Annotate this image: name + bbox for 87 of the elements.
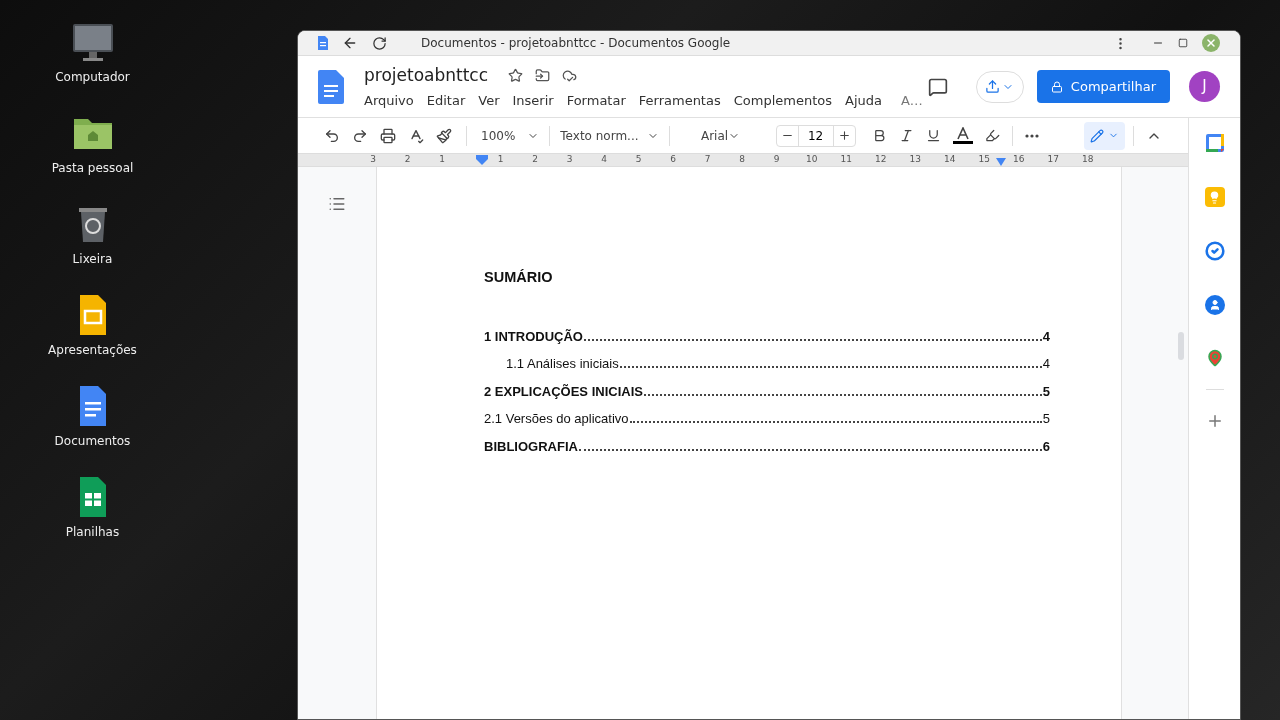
calendar-icon xyxy=(1204,133,1225,153)
toc-page-number: 5 xyxy=(1042,382,1050,401)
back-button[interactable] xyxy=(342,35,358,51)
comment-icon[interactable] xyxy=(927,76,948,97)
close-icon xyxy=(1205,37,1217,49)
ruler-number: 8 xyxy=(738,153,746,167)
undo-icon xyxy=(324,127,340,144)
ruler-number: 9 xyxy=(772,153,781,167)
paint-roller-icon xyxy=(436,127,452,144)
menu-item[interactable]: A… xyxy=(900,90,923,110)
menu-item[interactable]: Arquivo xyxy=(364,90,414,110)
task-check-icon xyxy=(1204,241,1225,261)
more-icon xyxy=(1024,133,1039,138)
menu-item[interactable]: Formatar xyxy=(566,90,626,110)
ruler-number: 14 xyxy=(944,153,954,167)
ruler-number: 2 xyxy=(403,153,412,167)
ruler-number: 4 xyxy=(600,153,608,167)
outline-icon[interactable] xyxy=(328,195,346,213)
contact-icon xyxy=(1204,295,1225,315)
desktop-icon-label[interactable]: Lixeira xyxy=(72,250,113,268)
ruler-number: 13 xyxy=(909,153,920,167)
redo-icon xyxy=(352,127,368,144)
ruler-number: 5 xyxy=(634,153,643,167)
window-title: Documentos - projetoabnttcc - Documentos Google xyxy=(421,35,731,52)
star-icon[interactable] xyxy=(508,68,524,84)
editing-mode-button[interactable] xyxy=(1084,121,1125,150)
ruler-number: 6 xyxy=(669,153,677,167)
desktop-icon-label[interactable]: Apresentações xyxy=(48,341,137,359)
spellcheck-icon xyxy=(408,127,424,144)
cloud-check-icon[interactable] xyxy=(562,68,578,84)
ruler-number: 1 xyxy=(438,153,446,167)
indent-marker-icon xyxy=(476,155,488,165)
toc-heading: SUMÁRIO xyxy=(484,268,554,287)
ruler-number: 3 xyxy=(369,153,377,167)
italic-icon xyxy=(898,128,914,143)
toc-page-number: 6 xyxy=(1042,437,1050,456)
ruler-number: 11 xyxy=(840,153,851,167)
pencil-icon xyxy=(1090,128,1104,143)
move-folder-icon[interactable] xyxy=(535,68,551,84)
lock-icon xyxy=(1050,80,1063,93)
maximize-button[interactable] xyxy=(1178,38,1188,48)
ruler-number: 7 xyxy=(703,153,712,167)
menu-item[interactable]: Editar xyxy=(426,90,466,110)
ruler-number: 10 xyxy=(806,153,816,167)
toc-page-number: 4 xyxy=(1042,327,1050,346)
toc-entry[interactable]: BIBLIOGRAFIA xyxy=(484,436,578,457)
desktop-icon-label[interactable]: Computador xyxy=(55,68,130,86)
avatar[interactable]: J xyxy=(1189,71,1220,102)
toc-entry[interactable]: 2.1 Versões do aplicativo xyxy=(484,409,629,429)
menu-item[interactable]: Complementos xyxy=(733,90,832,110)
desktop-icon-label[interactable]: Planilhas xyxy=(65,523,120,541)
ruler-number: 15 xyxy=(978,153,989,167)
ruler-number: 18 xyxy=(1082,153,1092,167)
toc-page-number: 5 xyxy=(1042,410,1050,429)
desktop-icon-label[interactable]: Documentos xyxy=(54,432,131,450)
menu-item[interactable]: Ver xyxy=(478,90,500,110)
desktop-icon-label[interactable]: Pasta pessoal xyxy=(51,159,134,177)
highlighter-icon xyxy=(984,128,1000,143)
ruler-number: 1 xyxy=(496,153,505,167)
ruler-number: 16 xyxy=(1013,153,1023,167)
toc-entry[interactable]: 2 EXPLICAÇÕES INICIAIS xyxy=(484,381,643,402)
ruler-number: 17 xyxy=(1047,153,1058,167)
menu-item[interactable]: Ferramentas xyxy=(638,90,721,110)
document-icon xyxy=(318,69,344,104)
printer-icon xyxy=(380,127,396,144)
document-title[interactable]: projetoabnttcc xyxy=(364,63,489,89)
ruler-number: 2 xyxy=(531,153,539,167)
lightbulb-icon xyxy=(1204,187,1225,207)
map-pin-icon xyxy=(1205,349,1224,367)
share-button[interactable]: Compartilhar xyxy=(1036,70,1170,103)
underline-icon xyxy=(925,128,941,143)
toc-entry[interactable]: 1.1 Análises iniciais xyxy=(484,354,619,374)
toc-entry[interactable]: 1 INTRODUÇÃO xyxy=(484,326,583,347)
toc-page-number: 4 xyxy=(1042,355,1050,374)
menu-item[interactable]: Inserir xyxy=(512,90,554,110)
style-select[interactable]: Texto norm... xyxy=(556,121,663,150)
document-icon xyxy=(318,36,328,50)
plus-icon xyxy=(837,129,851,142)
zoom-select[interactable]: 100% xyxy=(477,121,544,150)
menu-item[interactable]: Ajuda xyxy=(845,90,882,110)
upload-icon xyxy=(985,79,1001,94)
reload-button[interactable] xyxy=(372,35,387,51)
font-select[interactable]: Arial xyxy=(675,121,766,150)
ruler-number: 12 xyxy=(875,153,885,167)
text-color-icon xyxy=(952,126,973,145)
scrollbar[interactable] xyxy=(1178,332,1184,360)
ruler-number: 3 xyxy=(565,153,574,167)
